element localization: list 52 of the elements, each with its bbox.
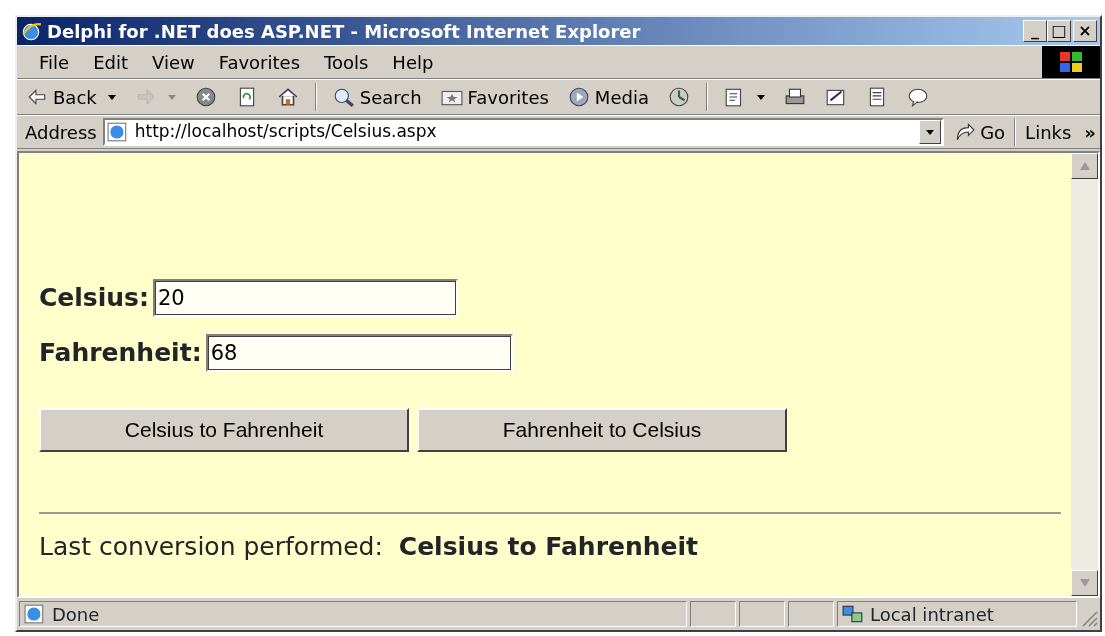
caret-icon — [756, 94, 765, 100]
network-icon — [842, 604, 864, 624]
search-icon — [332, 87, 355, 107]
favorites-button[interactable]: Favorites — [437, 83, 552, 111]
address-label: Address — [25, 120, 97, 145]
status-panel — [788, 601, 834, 627]
menu-item[interactable]: Edit — [81, 46, 140, 78]
menu-item[interactable]: File — [27, 46, 82, 78]
search-button[interactable]: Search — [329, 83, 425, 111]
back-arrow-icon — [26, 87, 48, 107]
scroll-up-icon[interactable] — [1071, 153, 1098, 179]
scroll-down-icon[interactable] — [1071, 570, 1098, 596]
maximize-button[interactable]: □ — [1047, 20, 1071, 42]
menu-item[interactable]: View — [140, 46, 207, 78]
status-text: Done — [52, 602, 100, 627]
caret-icon — [926, 129, 935, 135]
menu-item[interactable]: Help — [380, 46, 446, 78]
browser-logo-icon — [20, 20, 42, 42]
zone-text: Local intranet — [870, 602, 994, 627]
windows-flag-icon — [1058, 50, 1084, 74]
text-input[interactable]: 68 — [205, 334, 513, 372]
status-panel — [739, 601, 785, 627]
page-icon — [106, 122, 129, 142]
text-input[interactable]: 20 — [153, 279, 458, 317]
speech-bubble-icon — [906, 87, 929, 107]
field-label: Fahrenheit: — [39, 337, 202, 370]
resize-grip-icon[interactable] — [1080, 609, 1098, 627]
history-clock-icon — [667, 87, 690, 107]
links-button[interactable]: Links » — [1022, 118, 1100, 146]
edit-icon — [824, 87, 847, 107]
close-button[interactable]: × — [1073, 20, 1097, 42]
scrollbar[interactable] — [1071, 153, 1098, 596]
convert-button[interactable]: Fahrenheit to Celsius — [417, 408, 787, 452]
menu-item[interactable]: Favorites — [206, 46, 312, 78]
dropdown-button[interactable] — [919, 120, 942, 144]
media-button[interactable]: Media — [564, 83, 652, 111]
address-field[interactable]: http://localhost/scripts/Celsius.aspx — [102, 118, 945, 146]
status-panel — [690, 601, 736, 627]
result-text: Last conversion performed: Celsius to Fahrenheit — [39, 531, 699, 563]
menu-item[interactable]: Tools — [312, 46, 381, 78]
field-label: Celsius: — [39, 282, 149, 315]
page-icon — [24, 604, 46, 624]
home-icon — [276, 87, 299, 107]
go-button[interactable]: Go — [950, 118, 1009, 146]
minimize-button[interactable]: _ — [1023, 20, 1047, 42]
window-title: Delphi for .NET does ASP.NET - Microsoft Internet Explorer — [47, 19, 641, 44]
stop-icon — [194, 87, 217, 107]
back-button[interactable]: Back — [23, 83, 119, 111]
convert-button[interactable]: Celsius to Fahrenheit — [39, 408, 409, 452]
printer-icon — [783, 87, 806, 107]
caret-icon — [107, 94, 116, 100]
caret-icon — [167, 94, 176, 100]
